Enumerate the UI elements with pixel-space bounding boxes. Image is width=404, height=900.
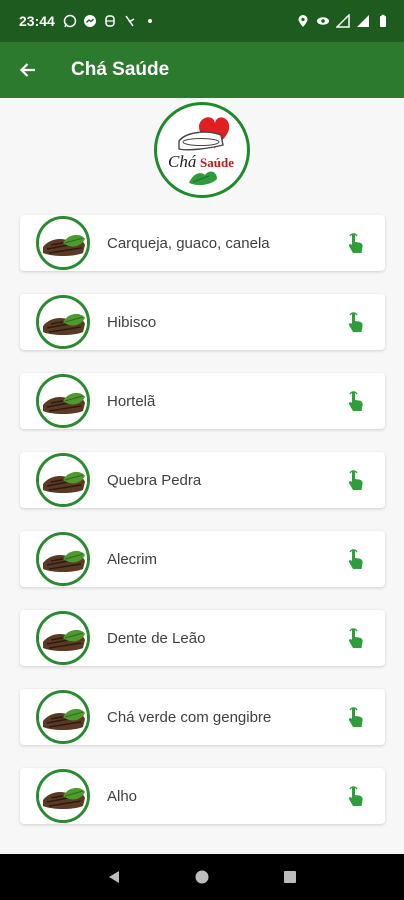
- list-item[interactable]: Alho: [20, 768, 385, 824]
- status-bar: 23:44: [0, 0, 404, 42]
- nav-home-button[interactable]: [192, 867, 212, 887]
- tap-icon: [345, 310, 367, 334]
- tea-avatar-image: [36, 216, 90, 270]
- list-item[interactable]: Dente de Leão: [20, 610, 385, 666]
- tea-avatar-image: [36, 769, 90, 823]
- tea-avatar-image: [36, 295, 90, 349]
- location-icon: [298, 15, 308, 27]
- list-item[interactable]: Hibisco: [20, 294, 385, 350]
- tap-icon: [345, 705, 367, 729]
- status-right-icons: [296, 14, 390, 28]
- tap-icon: [345, 389, 367, 413]
- battery-icon: [380, 14, 386, 27]
- list-item[interactable]: Hortelã: [20, 373, 385, 429]
- tap-icon: [345, 784, 367, 808]
- tea-avatar-image: [36, 690, 90, 744]
- list-item-label: Dente de Leão: [107, 629, 206, 647]
- list-item[interactable]: Alecrim: [20, 531, 385, 587]
- media-icon: [125, 15, 135, 27]
- logo-graphic: Chá Saúde: [168, 117, 234, 186]
- tea-avatar-image: [36, 532, 90, 586]
- tea-avatar-image: [36, 611, 90, 665]
- back-button[interactable]: [0, 42, 56, 98]
- nav-back-button[interactable]: [104, 867, 124, 887]
- content[interactable]: Chá Saúde Carqueja, guaco, canela Hibisco…: [0, 98, 404, 854]
- svg-text:Chá: Chá: [168, 152, 197, 171]
- list-item-label: Quebra Pedra: [107, 471, 202, 489]
- tap-icon: [345, 626, 367, 650]
- list-item-label: Hibisco: [107, 313, 157, 331]
- list-item[interactable]: Chá verde com gengibre: [20, 689, 385, 745]
- messenger-icon: [83, 15, 96, 27]
- arrow-back-icon: [19, 63, 35, 77]
- list-item-label: Chá verde com gengibre: [107, 708, 272, 726]
- app-bar: Chá Saúde: [0, 42, 404, 98]
- tea-avatar-image: [36, 453, 90, 507]
- signal-icon: [336, 14, 350, 28]
- list-item[interactable]: Quebra Pedra: [20, 452, 385, 508]
- list-item-label: Hortelã: [107, 392, 156, 410]
- status-time: 23:44: [19, 13, 55, 29]
- app-logo: Chá Saúde: [154, 102, 250, 198]
- navigation-bar: [0, 854, 404, 900]
- notification-icon: [105, 15, 115, 27]
- nav-recents-button[interactable]: [280, 867, 300, 887]
- whatsapp-icon: [63, 14, 77, 28]
- circle-home-icon: [195, 870, 209, 884]
- tap-icon: [345, 547, 367, 571]
- logo-container: Chá Saúde: [0, 98, 404, 202]
- list-item-label: Alho: [107, 787, 138, 805]
- signal-icon: [357, 15, 369, 27]
- tea-avatar-image: [36, 374, 90, 428]
- tap-icon: [345, 231, 367, 255]
- list-item-label: Alecrim: [107, 550, 158, 568]
- app-title: Chá Saúde: [71, 59, 170, 80]
- triangle-back-icon: [109, 871, 119, 883]
- list-item-label: Carqueja, guaco, canela: [107, 234, 270, 252]
- tea-list: Carqueja, guaco, canela Hibisco Hortelã Que…: [0, 202, 404, 824]
- square-recents-icon: [284, 871, 296, 883]
- list-item[interactable]: Carqueja, guaco, canela: [20, 215, 385, 271]
- svg-text:Saúde: Saúde: [200, 155, 234, 170]
- status-left-icons: [63, 14, 157, 28]
- tap-icon: [345, 468, 367, 492]
- eye-icon: [317, 17, 329, 25]
- dot-icon: [147, 19, 152, 23]
